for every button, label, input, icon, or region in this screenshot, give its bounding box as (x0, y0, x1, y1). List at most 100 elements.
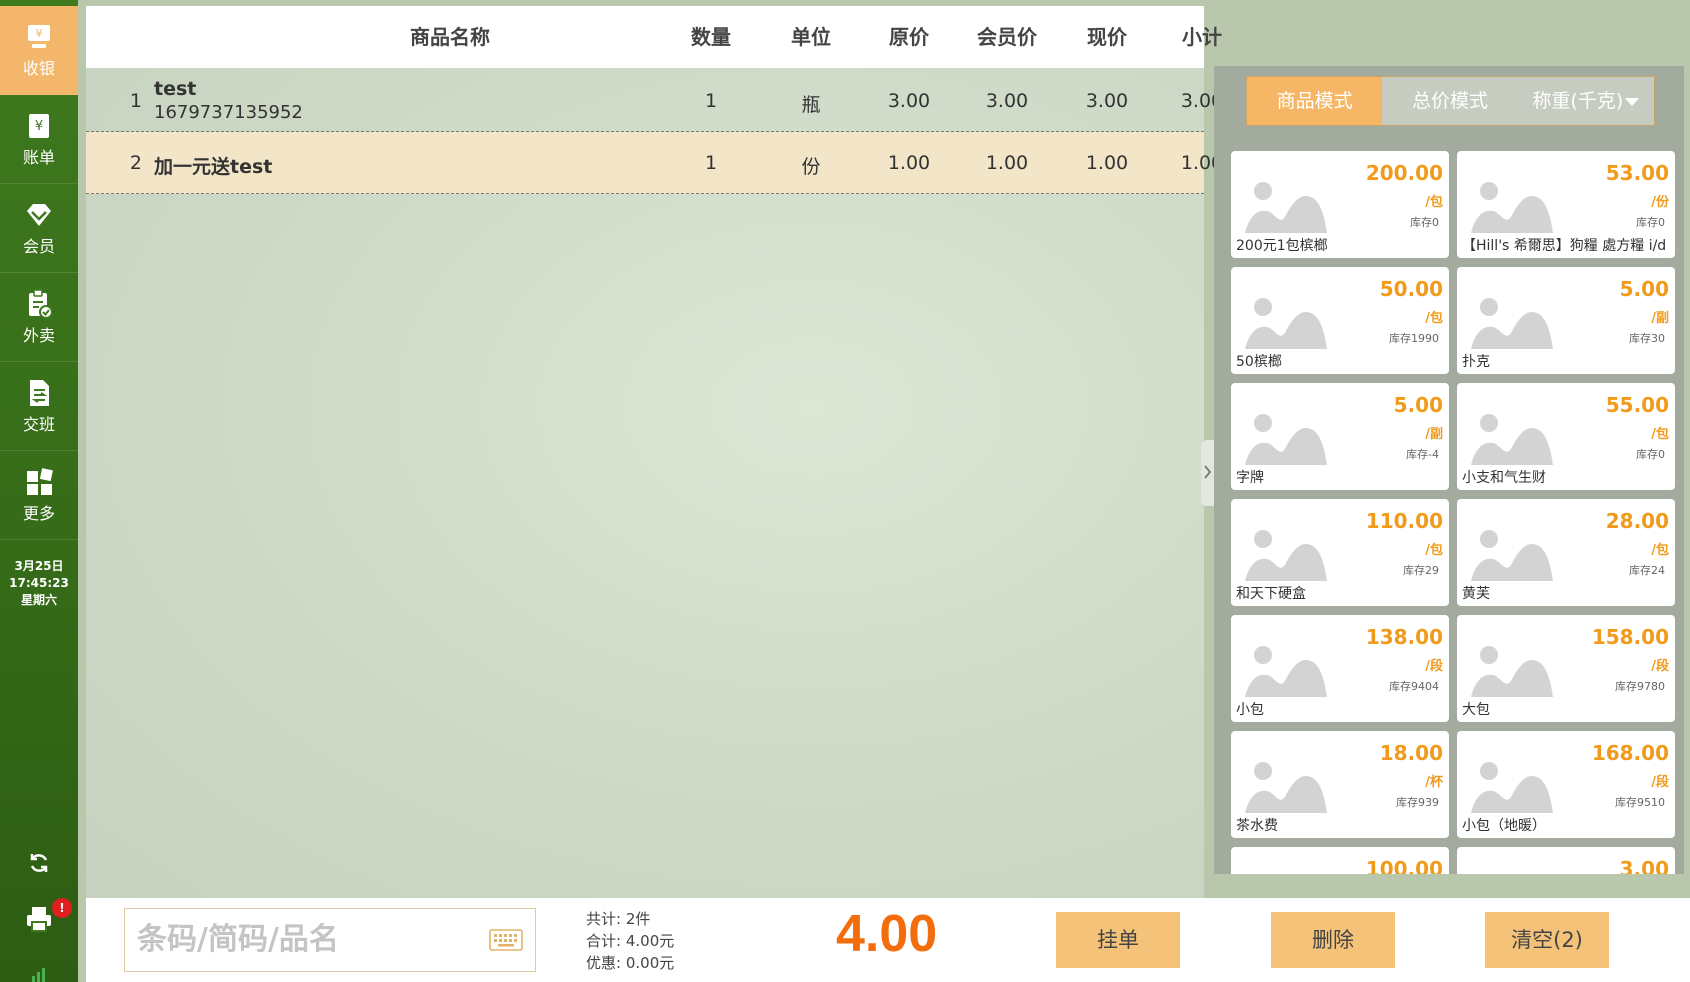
sum-value: 4.00元 (625, 932, 675, 950)
product-stock: 库存29 (1403, 564, 1439, 577)
product-price: 5.00 (1393, 393, 1443, 417)
product-card[interactable]: 28.00/包 库存24 黄芙 (1457, 499, 1675, 606)
table-row[interactable]: 1 test 1679737135952 1 瓶 3.00 3.00 3.00 … (86, 70, 1223, 132)
caret-down-icon (1625, 97, 1640, 106)
product-card[interactable]: 100.00 (1231, 847, 1449, 874)
product-stock: 库存0 (1636, 448, 1665, 461)
product-price: 110.00 (1365, 509, 1443, 533)
shift-document-icon (24, 378, 54, 408)
product-card[interactable]: 138.00/段 库存9404 小包 (1231, 615, 1449, 722)
printer-alert-badge: ! (52, 898, 72, 918)
product-unit: /段 (1651, 775, 1669, 790)
nav-takeout[interactable]: 外卖 (0, 273, 78, 362)
product-price: 100.00 (1365, 857, 1443, 874)
product-stock: 库存24 (1629, 564, 1665, 577)
tab-weighing-dropdown[interactable]: 称重(千克) (1518, 77, 1654, 125)
product-price: 168.00 (1591, 741, 1669, 765)
product-card[interactable]: 200.00/包 库存0 200元1包槟榔 (1231, 151, 1449, 258)
image-placeholder-icon (1469, 869, 1555, 874)
product-card[interactable]: 50.00/包 库存1990 50槟榔 (1231, 267, 1449, 374)
search-input[interactable] (137, 909, 477, 969)
keyboard-icon[interactable] (489, 929, 523, 951)
image-placeholder-icon (1469, 637, 1555, 699)
image-placeholder-icon (1243, 637, 1329, 699)
image-placeholder-icon (1469, 753, 1555, 815)
product-price: 50.00 (1379, 277, 1443, 301)
table-row[interactable]: 2 加一元送test 1 份 1.00 1.00 1.00 1.00 (86, 132, 1223, 194)
product-card[interactable]: 18.00/杯 库存939 茶水费 (1231, 731, 1449, 838)
product-card[interactable]: 3.00 (1457, 847, 1675, 874)
product-card[interactable]: 158.00/段 库存9780 大包 (1457, 615, 1675, 722)
product-card[interactable]: 5.00/副 库存30 扑克 (1457, 267, 1675, 374)
nav-member[interactable]: 会员 (0, 184, 78, 273)
tab-total-price-mode[interactable]: 总价模式 (1382, 77, 1517, 125)
nav-label: 更多 (22, 504, 55, 523)
product-card[interactable]: 53.00/份 库存0 【Hill's 希爾思】狗糧 處方糧 i/d (1457, 151, 1675, 258)
product-stock: 库存30 (1629, 332, 1665, 345)
sidebar: ¥ 收银 ¥ 账单 会员 外卖 交班 更多 3月25日 17:45:23 星期六… (0, 0, 78, 982)
panel-collapse-toggle[interactable] (1201, 440, 1215, 506)
image-placeholder-icon (1469, 405, 1555, 467)
row-current-price: 3.00 (1085, 90, 1129, 112)
row-qty: 1 (704, 90, 718, 112)
product-name: 和天下硬盒 (1236, 586, 1306, 602)
tab-product-mode[interactable]: 商品模式 (1247, 77, 1383, 125)
total-amount: 4.00 (836, 905, 938, 963)
product-unit: /包 (1651, 543, 1669, 558)
bottom-bar: 共计: 2件 合计: 4.00元 优惠: 0.00元 4.00 挂单 删除 清空… (86, 898, 1690, 982)
search-box (124, 908, 536, 972)
nav-more[interactable]: 更多 (0, 451, 78, 540)
hold-order-button[interactable]: 挂单 (1056, 912, 1180, 968)
image-placeholder-icon (1243, 753, 1329, 815)
nav-label: 会员 (22, 237, 55, 256)
row-qty: 1 (704, 152, 718, 174)
product-unit: /份 (1651, 195, 1669, 210)
col-name: 商品名称 (410, 25, 490, 49)
product-price: 3.00 (1619, 857, 1669, 874)
mode-tabs: 商品模式 总价模式 称重(千克) (1246, 76, 1655, 126)
product-unit: /副 (1425, 427, 1443, 442)
row-unit: 瓶 (801, 94, 821, 116)
product-unit: /包 (1425, 311, 1443, 326)
product-price: 200.00 (1365, 161, 1443, 185)
cart-area: 商品名称 数量 单位 原价 会员价 现价 小计 1 test 167973713… (86, 6, 1223, 898)
nav-shift[interactable]: 交班 (0, 362, 78, 451)
row-member-price: 3.00 (985, 90, 1029, 112)
nav-bill[interactable]: ¥ 账单 (0, 95, 78, 184)
product-price: 158.00 (1591, 625, 1669, 649)
row-unit: 份 (801, 156, 821, 178)
takeout-clipboard-icon (24, 289, 54, 319)
svg-text:¥: ¥ (36, 27, 43, 40)
svg-text:¥: ¥ (35, 119, 43, 134)
clock: 3月25日 17:45:23 星期六 (0, 558, 78, 609)
tab-weighing-label: 称重(千克) (1532, 90, 1624, 112)
nav-cashier[interactable]: ¥ 收银 (0, 6, 78, 95)
product-price: 18.00 (1379, 741, 1443, 765)
product-name: 小包（地暖） (1462, 818, 1546, 834)
row-current-price: 1.00 (1085, 152, 1129, 174)
product-unit: /段 (1425, 659, 1443, 674)
product-price: 5.00 (1619, 277, 1669, 301)
row-orig-price: 3.00 (887, 90, 931, 112)
nav-label: 外卖 (22, 326, 55, 345)
delete-button[interactable]: 删除 (1271, 912, 1395, 968)
product-card[interactable]: 168.00/段 库存9510 小包（地暖） (1457, 731, 1675, 838)
product-name: 茶水费 (1236, 818, 1278, 834)
refresh-icon[interactable] (22, 846, 56, 880)
clear-button[interactable]: 清空(2) (1485, 912, 1609, 968)
nav-label: 交班 (22, 415, 55, 434)
col-current-price: 现价 (1087, 25, 1127, 49)
printer-icon[interactable] (22, 902, 56, 936)
product-card[interactable]: 110.00/包 库存29 和天下硬盒 (1231, 499, 1449, 606)
image-placeholder-icon (1243, 869, 1329, 874)
product-unit: /副 (1651, 311, 1669, 326)
image-placeholder-icon (1469, 173, 1555, 235)
product-stock: 库存939 (1396, 796, 1439, 809)
image-placeholder-icon (1243, 405, 1329, 467)
count-label: 共计: (586, 910, 622, 928)
product-stock: 库存0 (1410, 216, 1439, 229)
chevron-right-icon (1204, 464, 1212, 483)
nav-label: 账单 (22, 148, 55, 167)
product-card[interactable]: 55.00/包 库存0 小支和气生财 (1457, 383, 1675, 490)
product-card[interactable]: 5.00/副 库存-4 字牌 (1231, 383, 1449, 490)
